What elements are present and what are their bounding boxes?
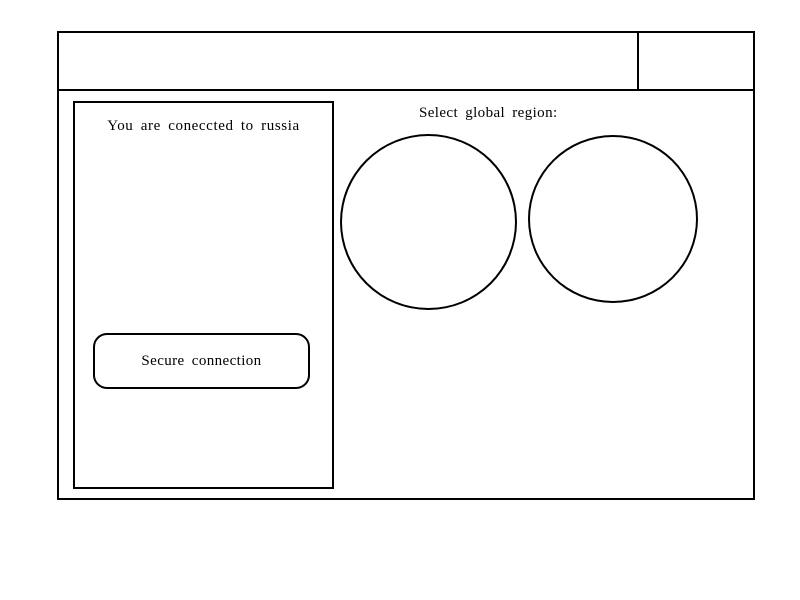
region-option-2[interactable] bbox=[528, 135, 698, 303]
connection-panel: You are conecct‌ed to russia Secure conn… bbox=[73, 101, 334, 489]
app-window: You are conecct‌ed to russia Secure conn… bbox=[57, 31, 755, 500]
region-select-title: Select global region: bbox=[419, 105, 558, 121]
header-bar bbox=[59, 33, 753, 91]
connection-status-text: You are conecct‌ed to russia bbox=[107, 118, 300, 134]
header-corner-box bbox=[637, 33, 753, 89]
region-option-1[interactable] bbox=[340, 134, 517, 310]
secure-connection-button[interactable]: Secure connection bbox=[93, 333, 310, 389]
